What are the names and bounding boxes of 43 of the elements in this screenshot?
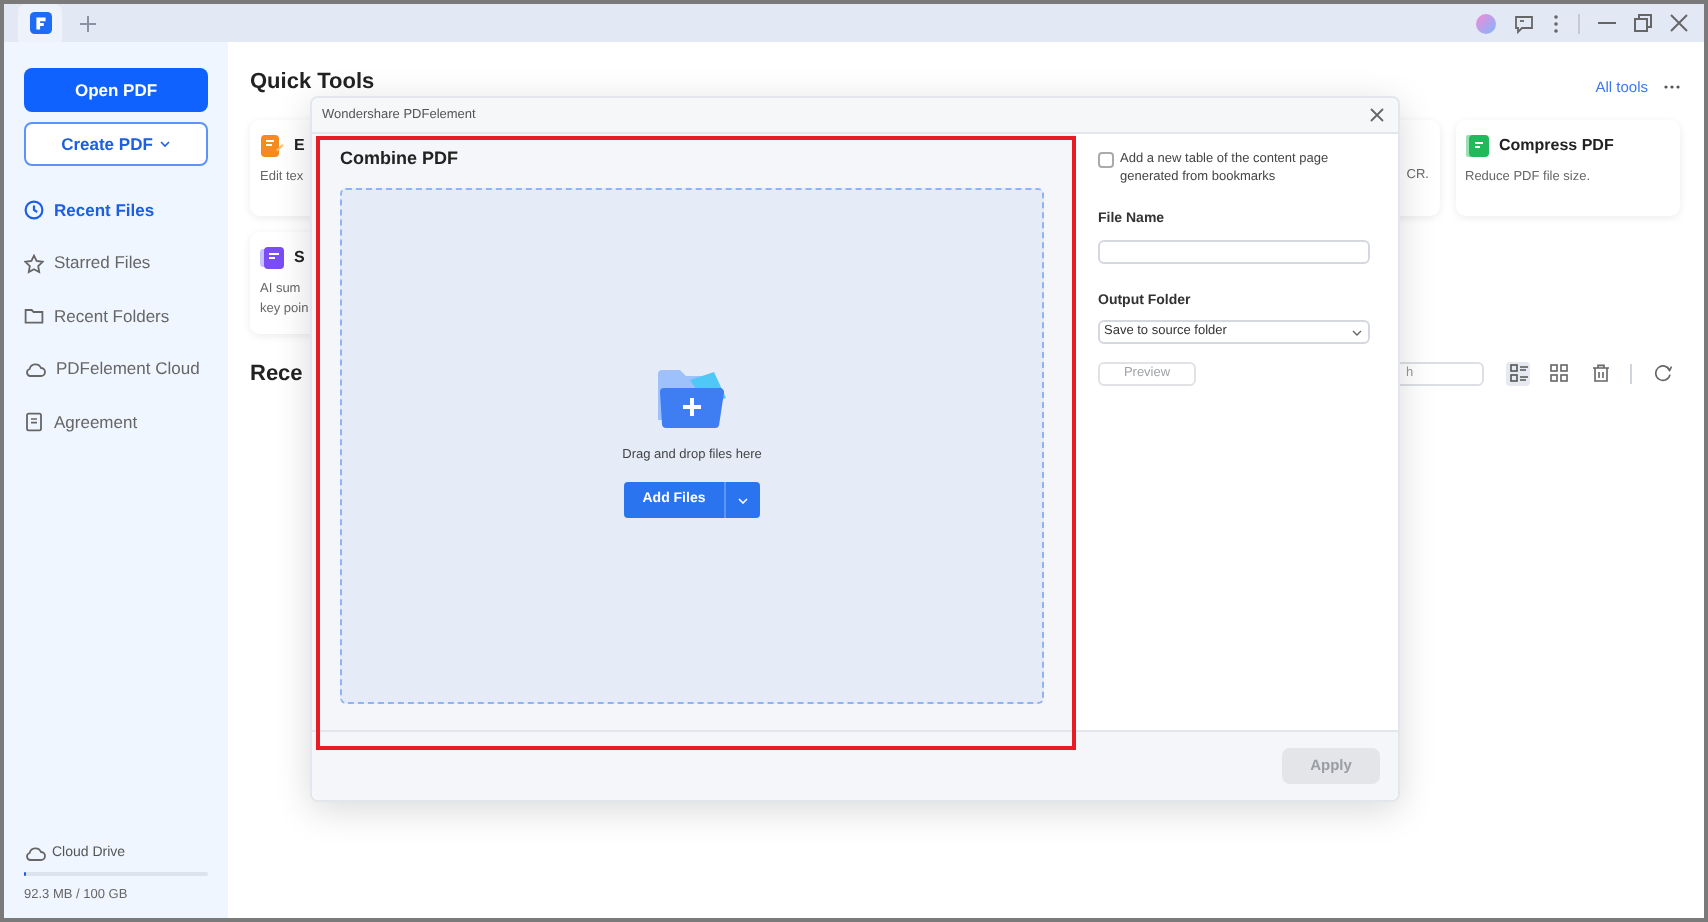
card-title: S xyxy=(294,245,305,269)
list-view-icon xyxy=(1509,364,1527,383)
sidebar-item[interactable]: Agreement xyxy=(24,396,208,449)
compress-tool-icon xyxy=(1465,133,1489,157)
card-title: E xyxy=(294,133,305,157)
caret-icon xyxy=(1352,329,1362,335)
sidebar-item[interactable]: Recent Folders xyxy=(24,290,208,343)
section-title: Rece xyxy=(250,359,303,389)
clock-icon xyxy=(24,200,44,221)
restore-icon[interactable] xyxy=(1634,14,1652,32)
open-pdf-button[interactable]: Open PDF xyxy=(24,68,208,112)
app-tab[interactable] xyxy=(18,4,62,42)
chat-icon[interactable] xyxy=(1514,13,1534,33)
list-view-button[interactable] xyxy=(1506,361,1530,386)
cloud-icon xyxy=(24,844,46,864)
more-icon[interactable] xyxy=(1552,13,1560,33)
app-logo-icon xyxy=(29,12,51,34)
edit-tool-icon xyxy=(260,133,284,157)
caret-icon xyxy=(160,140,171,148)
sidebar-item[interactable]: PDFelement Cloud xyxy=(24,343,208,396)
star-icon xyxy=(24,253,44,274)
card-title: Compress PDF xyxy=(1499,133,1614,157)
sidebar-item[interactable]: Starred Files xyxy=(24,237,208,290)
cloud-icon xyxy=(24,359,46,380)
section-title: Quick Tools xyxy=(250,68,375,98)
caret-icon xyxy=(737,497,748,504)
sidebar-item[interactable]: Recent Files xyxy=(24,184,208,237)
refresh-icon[interactable] xyxy=(1654,364,1672,383)
close-icon[interactable] xyxy=(1670,14,1688,32)
folder-add-icon xyxy=(654,367,730,431)
create-pdf-button[interactable]: Create PDF xyxy=(24,122,208,166)
summary-tool-icon xyxy=(260,245,284,269)
document-icon xyxy=(24,412,44,433)
delete-icon[interactable] xyxy=(1592,364,1610,383)
file-name-field[interactable] xyxy=(1098,239,1370,263)
add-files-dropdown[interactable] xyxy=(723,482,760,519)
close-icon[interactable] xyxy=(1370,108,1384,122)
grid-view-icon[interactable] xyxy=(1550,364,1568,383)
new-tab-icon[interactable] xyxy=(80,15,96,31)
checkbox[interactable] xyxy=(1098,152,1114,168)
panel-heading: Combine PDF xyxy=(340,146,461,172)
more-icon[interactable] xyxy=(1664,83,1680,90)
folder-icon xyxy=(24,306,44,327)
